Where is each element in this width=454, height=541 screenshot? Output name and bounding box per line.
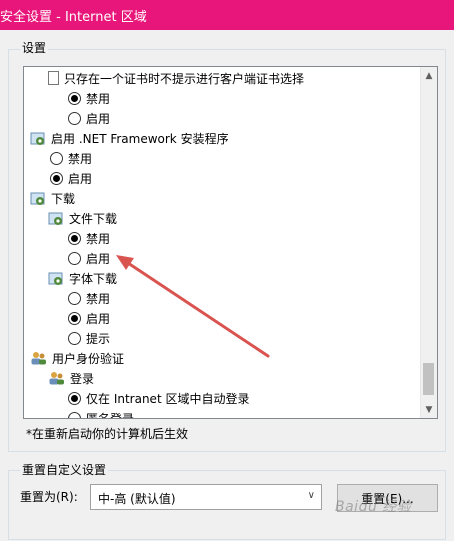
reset-group-label: 重置自定义设置 — [20, 461, 109, 478]
tree-item-downloads: 下载 — [30, 188, 75, 208]
settings-gear-icon — [30, 191, 46, 206]
settings-gear-icon — [48, 271, 64, 286]
tree-item-file-download: 文件下载 — [48, 208, 117, 228]
settings-gear-icon — [48, 211, 64, 226]
radio-label: 禁用 — [86, 291, 111, 306]
users-icon — [30, 351, 47, 366]
vertical-scrollbar[interactable]: ▲ ▼ — [420, 67, 437, 418]
tree-item-label: 用户身份验证 — [52, 351, 125, 366]
radio-label: 禁用 — [86, 91, 111, 106]
restart-note: *在重新启动你的计算机后生效 — [26, 427, 189, 441]
radio-label: 匿名登录 — [86, 411, 135, 419]
radio-dotnet-disable[interactable]: 禁用 — [50, 148, 92, 168]
users-icon — [48, 371, 65, 386]
radio-cert-enable[interactable]: 启用 — [68, 108, 110, 128]
scroll-thumb[interactable] — [423, 363, 434, 395]
radio-cert-disable[interactable]: 禁用 — [68, 88, 110, 108]
settings-gear-icon — [30, 131, 46, 146]
radio-file-download-enable[interactable]: 启用 — [68, 248, 110, 268]
radio-button[interactable] — [68, 411, 81, 418]
scroll-up-icon[interactable]: ▲ — [421, 67, 437, 84]
tree-item-label: 文件下载 — [69, 211, 118, 226]
radio-button[interactable] — [50, 151, 63, 165]
settings-tree[interactable]: 只存在一个证书时不提示进行客户端证书选择 禁用 启用 启用 .NET Frame… — [23, 66, 438, 419]
radio-font-download-disable[interactable]: 禁用 — [68, 288, 110, 308]
tree-item-label: 只存在一个证书时不提示进行客户端证书选择 — [64, 71, 305, 86]
tree-item-logon: 登录 — [48, 368, 94, 388]
tree-item-label: 登录 — [70, 371, 95, 386]
settings-group-label: 设置 — [20, 39, 49, 56]
radio-label: 启用 — [86, 251, 111, 266]
radio-anonymous-logon[interactable]: 匿名登录 — [68, 408, 135, 419]
title-bar: 安全设置 - Internet 区域 — [0, 0, 454, 30]
tree-item-dotnet-installer: 启用 .NET Framework 安装程序 — [30, 128, 229, 148]
security-level-select[interactable]: 中-高 (默认值) ∨ — [90, 484, 322, 510]
tree-item-font-download: 字体下载 — [48, 268, 117, 288]
baidu-watermark: Baidu 经验 — [335, 499, 412, 515]
security-level-value: 中-高 (默认值) — [98, 492, 176, 506]
radio-button[interactable] — [68, 91, 81, 105]
chevron-down-icon: ∨ — [307, 490, 315, 501]
radio-intranet-auto-logon[interactable]: 仅在 Intranet 区域中自动登录 — [68, 388, 249, 408]
radio-button[interactable] — [50, 171, 63, 185]
radio-label: 启用 — [86, 111, 111, 126]
radio-button[interactable] — [68, 111, 81, 125]
radio-label: 仅在 Intranet 区域中自动登录 — [86, 391, 250, 406]
document-icon — [48, 71, 59, 85]
radio-label: 启用 — [86, 311, 111, 326]
radio-button[interactable] — [68, 331, 81, 345]
radio-font-download-prompt[interactable]: 提示 — [68, 328, 110, 348]
tree-item-cert-prompt: 只存在一个证书时不提示进行客户端证书选择 — [48, 68, 304, 88]
reset-to-label: 重置为(R): — [20, 490, 78, 504]
radio-button[interactable] — [68, 251, 81, 265]
tree-item-label: 字体下载 — [69, 271, 118, 286]
tree-item-label: 启用 .NET Framework 安装程序 — [51, 131, 229, 146]
radio-file-download-disable[interactable]: 禁用 — [68, 228, 110, 248]
scroll-down-icon[interactable]: ▼ — [421, 401, 437, 418]
radio-label: 启用 — [68, 171, 93, 186]
radio-button[interactable] — [68, 311, 81, 325]
radio-label: 禁用 — [86, 231, 111, 246]
radio-dotnet-enable[interactable]: 启用 — [50, 168, 92, 188]
tree-item-user-auth: 用户身份验证 — [30, 348, 124, 368]
tree-item-label: 下载 — [51, 191, 76, 206]
radio-button[interactable] — [68, 291, 81, 305]
window-title: 安全设置 - Internet 区域 — [0, 10, 147, 25]
radio-label: 提示 — [86, 331, 111, 346]
radio-font-download-enable[interactable]: 启用 — [68, 308, 110, 328]
radio-button[interactable] — [68, 391, 81, 405]
radio-label: 禁用 — [68, 151, 93, 166]
radio-button[interactable] — [68, 231, 81, 245]
